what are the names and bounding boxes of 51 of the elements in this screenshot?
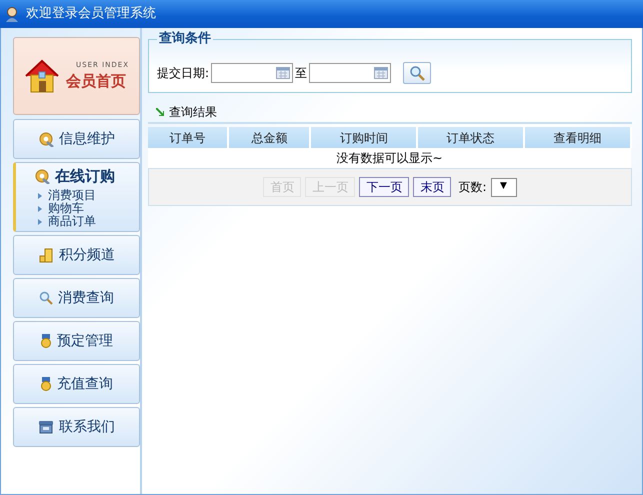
menu-item[interactable]: 充值查询 — [13, 364, 140, 404]
menu-label: 联系我们 — [59, 418, 115, 436]
menu-item[interactable]: 积分频道 — [13, 235, 140, 275]
submenu-label: 商品订单 — [48, 215, 96, 228]
menu-item[interactable]: 信息维护 — [13, 119, 140, 159]
column-header: 订单号 — [148, 127, 228, 148]
medal-icon — [40, 377, 52, 391]
menu-label: 信息维护 — [59, 130, 115, 148]
menu-label: 充值查询 — [57, 374, 113, 394]
column-header: 订购时间 — [310, 127, 418, 148]
menu-label: 预定管理 — [57, 332, 113, 350]
submenu-label: 消费项目 — [48, 189, 96, 202]
menu-label: 积分频道 — [59, 246, 115, 264]
date-field[interactable] — [211, 63, 294, 83]
medal-icon — [40, 334, 52, 348]
page-select[interactable]: ▼ — [490, 178, 517, 196]
user-icon — [4, 6, 20, 22]
menu-item[interactable]: 预定管理 — [13, 321, 140, 361]
calendar-icon — [374, 67, 388, 79]
menu-label: 消费查询 — [58, 288, 114, 308]
panel-legend: 查询条件 — [157, 32, 213, 46]
submenu-item[interactable]: 商品订单 — [16, 215, 139, 228]
page-label: 页数: — [458, 179, 487, 196]
menu-item[interactable]: 联系我们 — [13, 407, 140, 447]
triangle-icon — [38, 218, 42, 224]
column-header: 订单状态 — [417, 127, 524, 148]
menu-label: 在线订购 — [55, 166, 115, 187]
submenu-label: 购物车 — [48, 202, 84, 215]
triangle-icon — [38, 192, 42, 198]
submenu-item[interactable]: 消费项目 — [16, 189, 139, 202]
arrow-icon — [156, 108, 164, 116]
to-label: 至 — [295, 65, 308, 82]
search-icon — [39, 291, 53, 305]
submenu-item[interactable]: 购物车 — [16, 202, 139, 215]
home-label: 会员首页 — [66, 71, 127, 92]
search-button[interactable] — [403, 62, 432, 84]
window-title: 欢迎登录会员管理系统 — [26, 5, 156, 24]
results-title: 查询结果 — [169, 104, 217, 121]
search-icon — [409, 65, 426, 81]
column-header: 总金额 — [228, 127, 310, 148]
pager-button[interactable]: 下一页 — [359, 177, 410, 197]
empty-message: 没有数据可以显示~ — [148, 148, 631, 168]
column-header: 查看明细 — [524, 127, 631, 148]
triangle-icon — [38, 206, 42, 212]
menu-item[interactable]: 在线订购 消费项目 购物车 商品订单 — [13, 162, 140, 232]
date-label: 提交日期: — [157, 65, 210, 82]
calendar-icon — [276, 67, 290, 79]
house-icon — [24, 59, 60, 93]
pager-button[interactable]: 末页 — [413, 177, 452, 197]
menu-item[interactable]: 消费查询 — [13, 278, 140, 318]
date-field[interactable] — [309, 63, 392, 83]
